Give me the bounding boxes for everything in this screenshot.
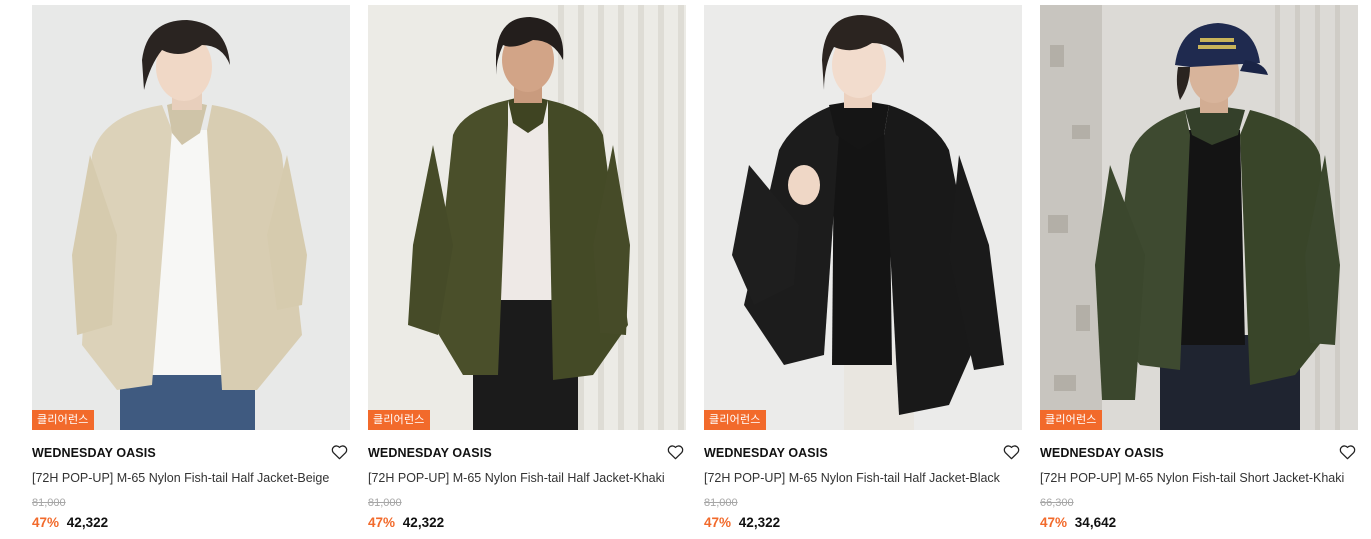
- brand-name[interactable]: WEDNESDAY OASIS: [1040, 445, 1164, 461]
- sale-price: 42,322: [66, 515, 109, 530]
- discount-rate: 47%: [368, 515, 396, 530]
- sale-price: 34,642: [1074, 515, 1117, 530]
- original-price: 66,300: [1040, 497, 1074, 509]
- clearance-badge: 클리어런스: [32, 410, 94, 430]
- product-card[interactable]: 클리어런스 WEDNESDAY OASIS [72H POP-UP] M-65 …: [368, 5, 686, 532]
- product-image[interactable]: 클리어런스: [1040, 5, 1358, 430]
- clearance-badge: 클리어런스: [704, 410, 766, 430]
- product-image[interactable]: 클리어런스: [368, 5, 686, 430]
- product-title[interactable]: [72H POP-UP] M-65 Nylon Fish-tail Short …: [1040, 470, 1358, 486]
- discount-rate: 47%: [704, 515, 732, 530]
- sale-price-row: 47% 42,322: [368, 514, 686, 532]
- brand-name[interactable]: WEDNESDAY OASIS: [368, 445, 492, 461]
- product-image[interactable]: 클리어런스: [704, 5, 1022, 430]
- heart-outline-icon[interactable]: [1339, 444, 1356, 460]
- sale-price-row: 47% 42,322: [32, 514, 350, 532]
- product-card[interactable]: 클리어런스 WEDNESDAY OASIS [72H POP-UP] M-65 …: [704, 5, 1022, 532]
- product-grid: 클리어런스 WEDNESDAY OASIS [72H POP-UP] M-65 …: [0, 0, 1371, 539]
- original-price: 81,000: [704, 497, 738, 509]
- clearance-badge: 클리어런스: [368, 410, 430, 430]
- brand-name[interactable]: WEDNESDAY OASIS: [32, 445, 156, 461]
- heart-outline-icon[interactable]: [331, 444, 348, 460]
- heart-outline-icon[interactable]: [667, 444, 684, 460]
- sale-price-row: 47% 42,322: [704, 514, 1022, 532]
- product-title[interactable]: [72H POP-UP] M-65 Nylon Fish-tail Half J…: [704, 470, 1022, 486]
- product-card[interactable]: 클리어런스 WEDNESDAY OASIS [72H POP-UP] M-65 …: [1040, 5, 1358, 532]
- sale-price-row: 47% 34,642: [1040, 514, 1358, 532]
- product-title[interactable]: [72H POP-UP] M-65 Nylon Fish-tail Half J…: [32, 470, 350, 486]
- product-photo-short-khaki: [1040, 5, 1358, 430]
- discount-rate: 47%: [1040, 515, 1068, 530]
- original-price: 81,000: [32, 497, 66, 509]
- product-image[interactable]: 클리어런스: [32, 5, 350, 430]
- original-price: 81,000: [368, 497, 402, 509]
- product-photo-khaki: [368, 5, 686, 430]
- discount-rate: 47%: [32, 515, 60, 530]
- product-photo-beige: [32, 5, 350, 430]
- heart-outline-icon[interactable]: [1003, 444, 1020, 460]
- product-card[interactable]: 클리어런스 WEDNESDAY OASIS [72H POP-UP] M-65 …: [32, 5, 350, 532]
- product-photo-black: [704, 5, 1022, 430]
- sale-price: 42,322: [402, 515, 445, 530]
- clearance-badge: 클리어런스: [1040, 410, 1102, 430]
- product-title[interactable]: [72H POP-UP] M-65 Nylon Fish-tail Half J…: [368, 470, 686, 486]
- sale-price: 42,322: [738, 515, 781, 530]
- brand-name[interactable]: WEDNESDAY OASIS: [704, 445, 828, 461]
